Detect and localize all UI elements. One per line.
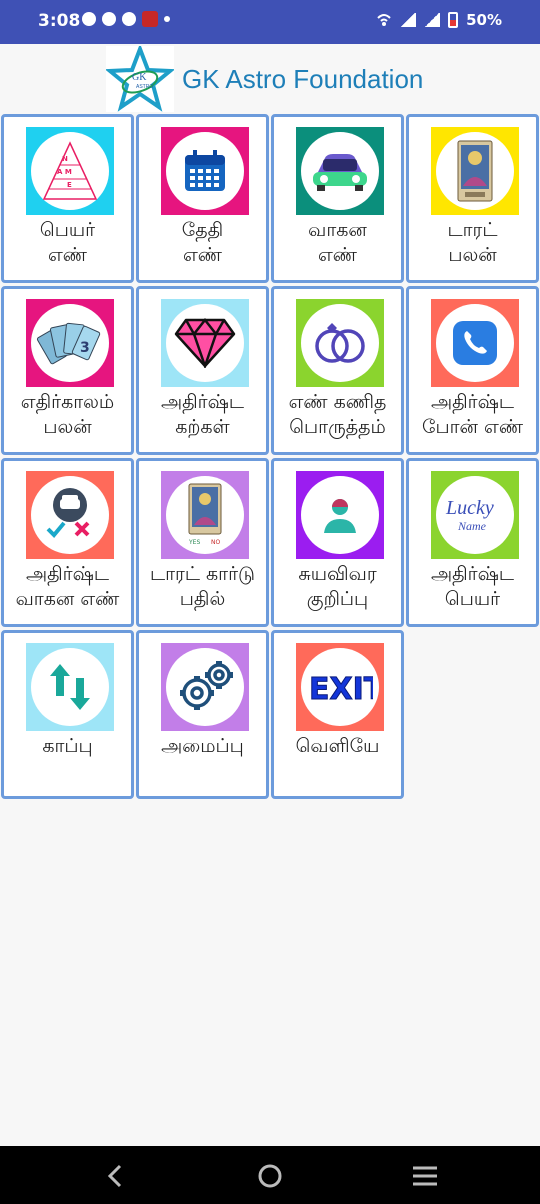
tile-label-line1: டாரட் கார்டு <box>150 563 255 585</box>
tile-label-line1: டாரட் <box>447 219 498 241</box>
tile-label-line2: பெயர் <box>444 588 501 610</box>
menu-tile-lucky-vehicle-number[interactable]: அதிர்ஷ்ட வாகன எண் <box>1 458 134 627</box>
tile-label-line1: எண் கணித <box>288 391 387 413</box>
car-icon <box>313 154 367 191</box>
tile-label-line1: காப்பு <box>42 735 93 757</box>
settings-gears-icon <box>180 661 233 710</box>
tile-label-line1: அதிர்ஷ்ட <box>161 391 244 413</box>
system-icons: 50% <box>376 11 502 29</box>
tile-label-line2: பலன் <box>448 244 497 266</box>
tile-label-line1: அதிர்ஷ்ட <box>431 391 514 413</box>
svg-text:3: 3 <box>80 340 90 356</box>
menu-tile-future-result[interactable]: 3 எதிர்காலம் பலன் <box>1 286 134 455</box>
tarot-answer-icon: YES NO <box>188 483 222 546</box>
svg-text:ASTRO: ASTRO <box>136 84 153 90</box>
menu-tile-backup[interactable]: காப்பு <box>1 630 134 799</box>
calendar-icon <box>185 150 225 191</box>
tile-label-line2: கற்கள் <box>175 416 230 438</box>
message-notification-icon <box>122 12 136 26</box>
svg-text:A M: A M <box>57 168 72 176</box>
svg-text:YES: YES <box>188 539 200 546</box>
signal-2-icon <box>424 13 441 27</box>
status-bar: 3:08 50% <box>0 0 540 44</box>
tile-label-line2: பதில் <box>179 588 226 610</box>
menu-tile-tarot-result[interactable]: டாரட் பலன் <box>406 114 539 283</box>
tile-label-line1: பெயர் <box>39 219 96 241</box>
menu-tile-date-number[interactable]: தேதி எண் <box>136 114 269 283</box>
whatsapp-icon <box>102 12 116 26</box>
signal-1-icon <box>400 13 417 27</box>
tile-label-line1: வெளியே <box>295 735 380 757</box>
tile-label-line2: எண் <box>47 244 87 266</box>
profile-icon <box>324 499 356 533</box>
menu-tile-lucky-name[interactable]: Lucky Name அதிர்ஷ்ட பெயர் <box>406 458 539 627</box>
tile-label-line2: எண் <box>182 244 222 266</box>
tile-label-line2: வாகன எண் <box>15 588 120 610</box>
recents-button[interactable] <box>411 1162 439 1190</box>
svg-text:N: N <box>62 155 68 163</box>
name-pyramid-icon: N A M E <box>42 141 98 200</box>
menu-tile-lucky-stones[interactable]: அதிர்ஷ்ட கற்கள் <box>136 286 269 455</box>
more-notifications-icon <box>164 16 170 22</box>
svg-text:EXIT: EXIT <box>309 672 373 707</box>
svg-text:Name: Name <box>457 519 487 533</box>
tile-label-line2: குறிப்பு <box>306 588 369 610</box>
svg-text:NO: NO <box>211 539 220 546</box>
menu-tile-lucky-phone-number[interactable]: அதிர்ஷ்ட போன் எண் <box>406 286 539 455</box>
lucky-name-icon: Lucky Name <box>445 497 494 533</box>
tile-label-line1: அதிர்ஷ்ட <box>26 563 109 585</box>
tile-label-line2: பொருத்தம் <box>289 416 386 438</box>
tile-label-line2: போன் எண் <box>421 416 524 438</box>
menu-tile-profile-notes[interactable]: சுயவிவர குறிப்பு <box>271 458 404 627</box>
back-button[interactable] <box>100 1162 128 1190</box>
tarot-card-icon <box>457 140 493 202</box>
tile-label-line1: வாகன <box>308 219 367 241</box>
menu-tile-settings[interactable]: அமைப்பு <box>136 630 269 799</box>
home-button[interactable] <box>256 1162 284 1190</box>
home-icon <box>258 1164 282 1188</box>
exit-icon: EXIT <box>309 672 374 708</box>
svg-text:GK: GK <box>132 72 147 83</box>
app-title: GK Astro Foundation <box>182 64 424 94</box>
logo: GK ASTRO <box>104 43 176 112</box>
back-icon <box>107 1164 122 1188</box>
chat-notification-icon <box>82 12 96 26</box>
svg-text:Lucky: Lucky <box>445 497 494 519</box>
app-notification-icon <box>142 11 158 27</box>
backup-arrows-icon <box>50 664 90 710</box>
car-check-icon <box>46 488 90 538</box>
wifi-call-icon <box>376 12 392 28</box>
menu-tile-numerology-match[interactable]: எண் கணித பொருத்தம் <box>271 286 404 455</box>
phone-icon <box>453 321 497 365</box>
notification-icons <box>82 11 170 27</box>
status-time: 3:08 <box>38 11 81 31</box>
app-header: GK ASTRO GK Astro Foundation <box>0 43 540 112</box>
rings-icon <box>315 323 365 363</box>
tile-label-line2: பலன் <box>43 416 92 438</box>
system-nav-bar <box>0 1146 540 1204</box>
tile-label-line2: எண் <box>317 244 357 266</box>
diamond-icon <box>174 318 236 368</box>
battery-percent: 50% <box>466 11 502 29</box>
menu-tile-name-number[interactable]: N A M E பெயர் எண் <box>1 114 134 283</box>
tile-label-line1: அமைப்பு <box>161 735 244 757</box>
tile-label-line1: தேதி <box>181 219 224 241</box>
tile-label-line1: அதிர்ஷ்ட <box>431 563 514 585</box>
menu-tile-tarot-card-answer[interactable]: YES NO டாரட் கார்டு பதில் <box>136 458 269 627</box>
tile-label-line1: எதிர்காலம் <box>20 391 115 413</box>
svg-text:E: E <box>67 181 72 189</box>
tarot-fan-icon: 3 <box>36 322 101 365</box>
menu-tile-vehicle-number[interactable]: வாகன எண் <box>271 114 404 283</box>
recents-icon <box>413 1166 437 1186</box>
menu-tile-exit[interactable]: EXIT வெளியே <box>271 630 404 799</box>
battery-icon <box>448 12 459 28</box>
tile-label-line1: சுயவிவர <box>298 563 377 585</box>
